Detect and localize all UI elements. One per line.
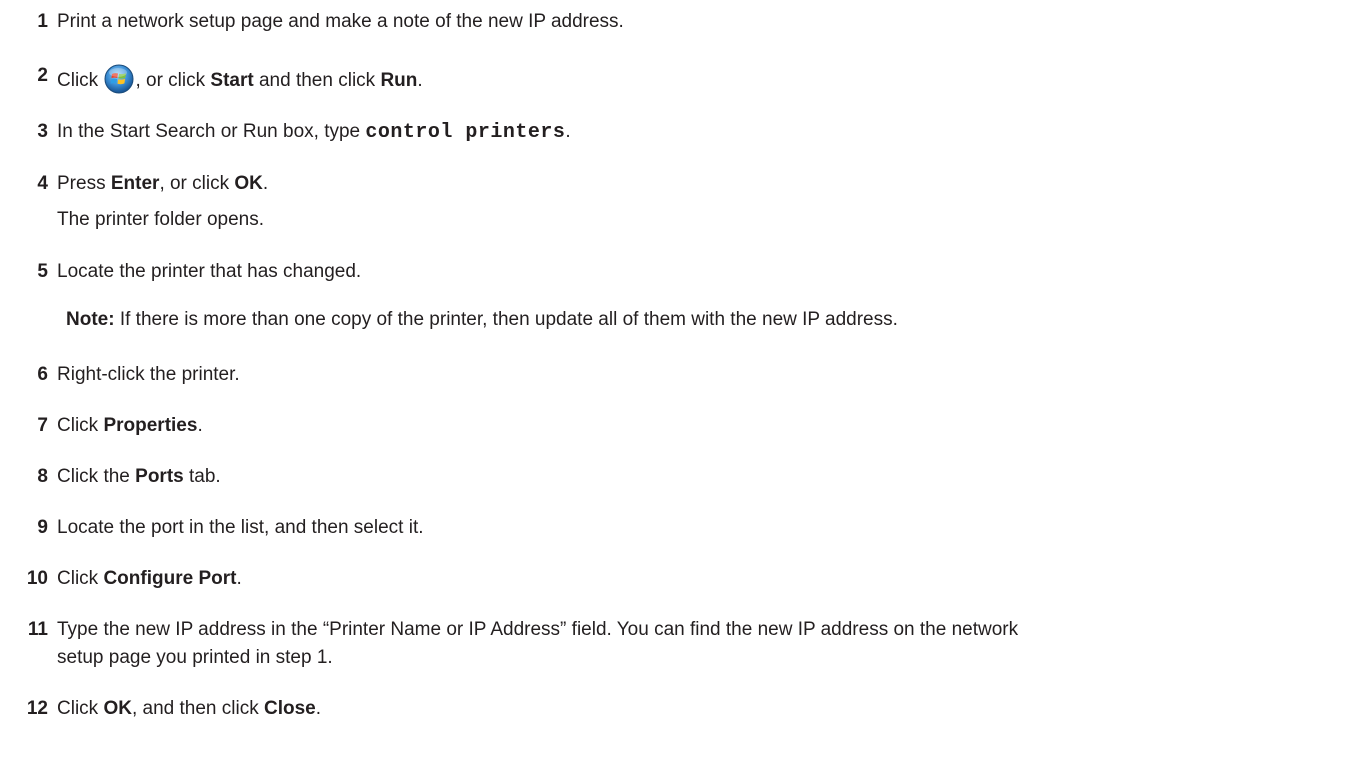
command-text: control printers xyxy=(365,121,566,144)
step-number: 6 xyxy=(37,364,48,385)
text-segment: Click xyxy=(57,568,104,589)
step-number: 3 xyxy=(37,121,48,142)
ui-term-start: Start xyxy=(210,70,254,91)
step-number: 10 xyxy=(26,568,48,589)
ui-term-enter: Enter xyxy=(110,173,160,194)
text-segment: . xyxy=(262,173,269,194)
note-body: If there is more than one copy of the pr… xyxy=(114,309,898,330)
text-segment: Click xyxy=(57,415,104,436)
ui-term-properties: Properties xyxy=(103,415,198,436)
text-segment: , and then click xyxy=(131,698,264,719)
step-text: Click the Ports tab. xyxy=(57,465,221,489)
step-text: Click , or click Start and then click Ru… xyxy=(57,64,423,94)
step-number: 1 xyxy=(37,11,48,32)
ui-term-ok: OK xyxy=(103,698,132,719)
text-segment: . xyxy=(315,698,322,719)
note-label: Note: xyxy=(66,309,115,330)
text-segment: . xyxy=(236,568,242,589)
text-segment: Click xyxy=(57,698,104,719)
text-segment: . xyxy=(197,415,203,436)
text-segment: In the Start Search or Run box, type xyxy=(57,121,366,142)
ui-term-ports: Ports xyxy=(135,466,184,487)
step-text-line-2: setup page you printed in step 1. xyxy=(57,647,333,668)
text-segment: . xyxy=(417,70,423,91)
text-segment: Press xyxy=(57,173,111,194)
step-text: Click Configure Port. xyxy=(57,567,242,591)
step-number: 8 xyxy=(37,466,48,487)
step-result-text: The printer folder opens. xyxy=(57,209,265,230)
step-text: Locate the port in the list, and then se… xyxy=(57,517,424,538)
windows-start-orb-icon xyxy=(104,64,134,94)
text-segment: tab. xyxy=(183,466,221,487)
instruction-document: 1 Print a network setup page and make a … xyxy=(0,0,1371,761)
text-segment: . xyxy=(565,121,571,142)
step-number: 2 xyxy=(37,65,48,86)
ui-term-close: Close xyxy=(263,698,316,719)
text-segment: Click xyxy=(57,70,104,91)
step-text: In the Start Search or Run box, type con… xyxy=(57,120,571,145)
step-number: 12 xyxy=(26,698,48,719)
ui-term-configure-port: Configure Port xyxy=(103,568,237,589)
step-number: 5 xyxy=(37,261,48,282)
step-text-line-1: Type the new IP address in the “Printer … xyxy=(57,619,1019,640)
note-text: Note: If there is more than one copy of … xyxy=(66,308,898,332)
step-number: 9 xyxy=(37,517,48,538)
step-text: Click Properties. xyxy=(57,414,203,438)
step-text: Press Enter, or click OK. xyxy=(57,172,268,196)
step-number: 7 xyxy=(37,415,48,436)
step-text: Click OK, and then click Close. xyxy=(57,697,321,721)
text-segment: and then click xyxy=(253,70,381,91)
text-segment: , or click xyxy=(159,173,235,194)
text-segment: Click the xyxy=(57,466,136,487)
ui-term-run: Run xyxy=(380,70,418,91)
step-number: 4 xyxy=(37,173,48,194)
step-number: 11 xyxy=(27,619,48,640)
text-segment: , or click xyxy=(135,70,211,91)
step-text: Right-click the printer. xyxy=(57,364,240,385)
step-text: Print a network setup page and make a no… xyxy=(57,11,624,32)
ui-term-ok: OK xyxy=(234,173,263,194)
step-text: Locate the printer that has changed. xyxy=(57,261,362,282)
